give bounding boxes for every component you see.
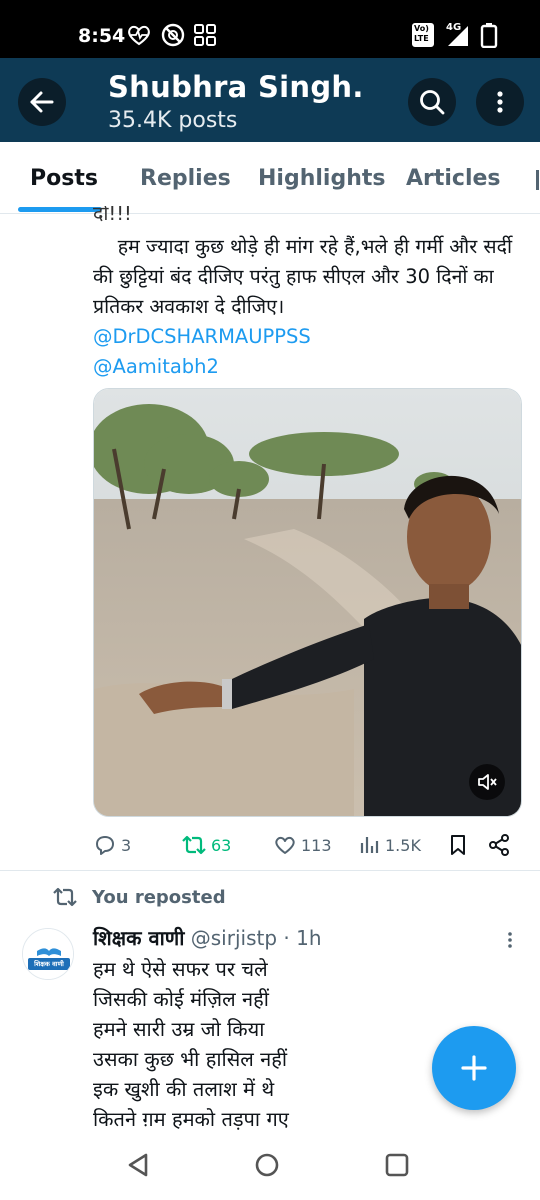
avatar[interactable]: शिक्षक वाणी	[22, 928, 74, 980]
volte-bottom-text: LTE	[414, 34, 429, 43]
tab-overflow-hint	[536, 170, 539, 190]
avatar-logo	[23, 929, 73, 979]
bookmark-icon	[451, 835, 465, 855]
post-time: 1h	[296, 926, 322, 950]
repost-icon	[53, 887, 77, 907]
search-icon	[420, 90, 445, 115]
mute-toggle-button[interactable]	[469, 764, 505, 800]
tab-replies[interactable]: Replies	[140, 166, 231, 191]
tweet-actions: 3 63 113 1.5K	[93, 830, 523, 860]
heart-icon	[275, 836, 295, 854]
search-button[interactable]	[408, 78, 456, 126]
heart-pulse-icon	[128, 25, 150, 46]
profile-tabs: Posts Replies Highlights Articles	[0, 142, 540, 214]
bookmark-button[interactable]	[447, 830, 473, 860]
tweet-text: दो!!! हम ज्यादा कुछ थोड़े ही मांग रहे है…	[93, 206, 533, 382]
reply-icon	[96, 836, 114, 855]
share-icon	[489, 834, 509, 856]
reply-button[interactable]: 3	[93, 830, 131, 860]
user-handle[interactable]: @sirjistp	[191, 926, 277, 950]
repost-icon	[182, 835, 206, 855]
active-tab-indicator	[18, 207, 102, 212]
reply-count: 3	[121, 835, 132, 855]
separator-dot: ·	[283, 926, 290, 950]
views-button[interactable]: 1.5K	[359, 830, 421, 860]
more-vertical-icon[interactable]	[500, 930, 520, 950]
profile-header: Shubhra Singh. 35.4K posts	[0, 58, 540, 142]
battery-icon	[480, 23, 498, 48]
tweet-header: शिक्षक वाणी @sirjistp · 1h	[93, 924, 322, 952]
tweet-divider	[0, 870, 540, 871]
volume-off-icon	[478, 774, 497, 790]
post-count: 35.4K posts	[108, 108, 238, 133]
avatar-text: शिक्षक वाणी	[34, 960, 64, 968]
back-triangle-icon[interactable]	[124, 1150, 154, 1180]
plus-icon	[461, 1055, 487, 1081]
tab-posts[interactable]: Posts	[30, 166, 98, 191]
back-button[interactable]	[18, 78, 66, 126]
like-button[interactable]: 113	[273, 830, 332, 860]
home-circle-icon[interactable]	[252, 1150, 282, 1180]
recents-square-icon[interactable]	[382, 1150, 412, 1180]
display-name[interactable]: शिक्षक वाणी	[93, 926, 184, 950]
signal-icon	[448, 26, 468, 46]
mention-link[interactable]: @Aamitabh2	[93, 352, 533, 382]
mention-link[interactable]: @DrDCSHARMAUPPSS	[93, 322, 533, 352]
like-count: 113	[301, 835, 332, 855]
volte-top-text: Vo)	[414, 24, 429, 33]
status-time: 8:54	[78, 25, 126, 47]
back-arrow-icon	[30, 91, 54, 113]
tweet-video[interactable]	[93, 388, 522, 817]
volte-badge: Vo) LTE	[412, 22, 434, 48]
profile-name: Shubhra Singh.	[108, 70, 364, 104]
tweet-body: हम ज्यादा कुछ थोड़े ही मांग रहे हैं,भले …	[93, 235, 519, 318]
system-nav-bar	[0, 1130, 540, 1200]
tab-articles[interactable]: Articles	[406, 166, 501, 191]
apps-grid-icon	[194, 24, 216, 46]
repost-context: You reposted	[52, 884, 226, 910]
compose-button[interactable]	[432, 1026, 516, 1110]
more-vertical-icon	[497, 91, 503, 113]
share-button[interactable]	[487, 830, 515, 860]
status-bar: 8:54 Vo) LTE 4G	[0, 0, 540, 58]
tweet-line: हम थे ऐसे सफर पर चले	[93, 957, 268, 981]
repost-count: 63	[211, 835, 232, 855]
tab-highlights[interactable]: Highlights	[258, 166, 385, 191]
tweet-line: जिसकी कोई मंज़िल नहीं	[93, 987, 269, 1011]
views-chart-icon	[360, 837, 379, 853]
views-count: 1.5K	[385, 835, 421, 855]
more-options-button[interactable]	[476, 78, 524, 126]
repost-label: You reposted	[92, 886, 226, 908]
repost-button[interactable]: 63	[181, 830, 231, 860]
tweet-cut-line: दो!!!	[93, 206, 132, 222]
video-thumbnail	[94, 389, 521, 816]
data-saver-icon	[161, 23, 185, 47]
